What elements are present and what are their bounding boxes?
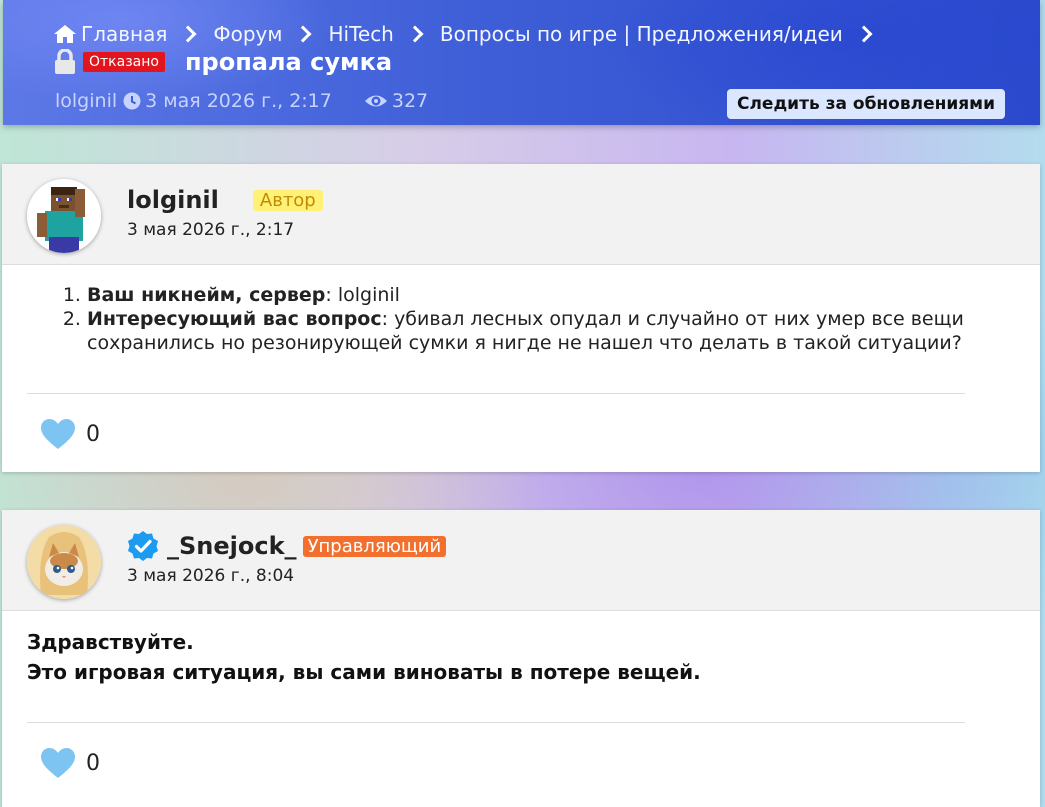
post-2: _Snejock_ Управляющий 3 мая 2026 г., 8:0… [2, 510, 1040, 807]
avatar[interactable] [27, 525, 101, 599]
status-badge: Отказано [83, 52, 165, 72]
author-line: lolginil Автор [127, 184, 323, 216]
item-label: Интересующий вас вопрос [87, 308, 382, 330]
eye-icon [364, 95, 387, 107]
post-1: lolginil Автор 3 мая 2026 г., 2:17 Ваш н… [2, 164, 1040, 472]
home-icon [54, 25, 76, 43]
chevron-right-icon [294, 25, 312, 43]
like-count: 0 [86, 750, 100, 776]
like-count: 0 [86, 421, 100, 447]
thread-author[interactable]: lolginil [55, 90, 117, 112]
post-body: Ваш никнейм, сервер: lolginil Интересующ… [2, 265, 1040, 393]
thread-meta: lolginil 3 мая 2026 г., 2:17 327 [55, 88, 428, 114]
post-body: Здравствуйте. Это игровая ситуация, вы с… [2, 611, 1040, 722]
chevron-right-icon [179, 25, 197, 43]
manager-badge: Управляющий [302, 535, 447, 557]
author-badge: Автор [252, 189, 323, 211]
heart-icon[interactable] [40, 747, 76, 779]
breadcrumb-home[interactable]: Главная [53, 22, 167, 46]
reactions-bar: 0 [2, 394, 1040, 474]
breadcrumb-hitech[interactable]: HiTech [328, 22, 393, 46]
author-line: _Snejock_ Управляющий [127, 530, 447, 562]
avatar[interactable] [27, 179, 101, 253]
post-date[interactable]: 3 мая 2026 г., 8:04 [127, 566, 294, 586]
post-list: Ваш никнейм, сервер: lolginil Интересующ… [27, 283, 1015, 355]
list-item: Интересующий вас вопрос: убивал лесных о… [87, 307, 1015, 355]
title-row: Отказано пропала сумка [53, 47, 392, 77]
page-title: пропала сумка [184, 48, 393, 76]
item-label: Ваш никнейм, сервер [87, 284, 326, 306]
breadcrumb: Главная Форум HiTech Вопросы по игре | П… [53, 20, 889, 48]
item-text: : lolginil [325, 284, 400, 306]
clock-icon [123, 92, 141, 110]
chevron-right-icon [855, 25, 873, 43]
verified-icon [128, 531, 158, 561]
reply-line: Это игровая ситуация, вы сами виноваты в… [27, 660, 701, 684]
list-item: Ваш никнейм, сервер: lolginil [87, 283, 1015, 307]
avatar-image [27, 525, 101, 599]
follow-button[interactable]: Следить за обновлениями [727, 89, 1005, 119]
breadcrumb-forum[interactable]: Форум [213, 22, 282, 46]
avatar-image [27, 179, 101, 253]
thread-header: Главная Форум HiTech Вопросы по игре | П… [3, 0, 1040, 125]
post-header: _Snejock_ Управляющий 3 мая 2026 г., 8:0… [2, 510, 1040, 611]
breadcrumb-home-label: Главная [81, 22, 168, 46]
author-name[interactable]: _Snejock_ [167, 532, 297, 560]
chevron-right-icon [406, 25, 424, 43]
lock-icon [55, 49, 75, 74]
heart-icon[interactable] [40, 418, 76, 450]
view-count: 327 [391, 90, 429, 112]
breadcrumb-section[interactable]: Вопросы по игре | Предложения/идеи [440, 22, 843, 46]
reactions-bar: 0 [2, 723, 1040, 803]
thread-date: 3 мая 2026 г., 2:17 [145, 90, 332, 112]
post-header: lolginil Автор 3 мая 2026 г., 2:17 [2, 164, 1040, 265]
reply-line: Здравствуйте. [27, 630, 194, 654]
post-date[interactable]: 3 мая 2026 г., 2:17 [127, 220, 294, 240]
author-name[interactable]: lolginil [127, 186, 219, 214]
